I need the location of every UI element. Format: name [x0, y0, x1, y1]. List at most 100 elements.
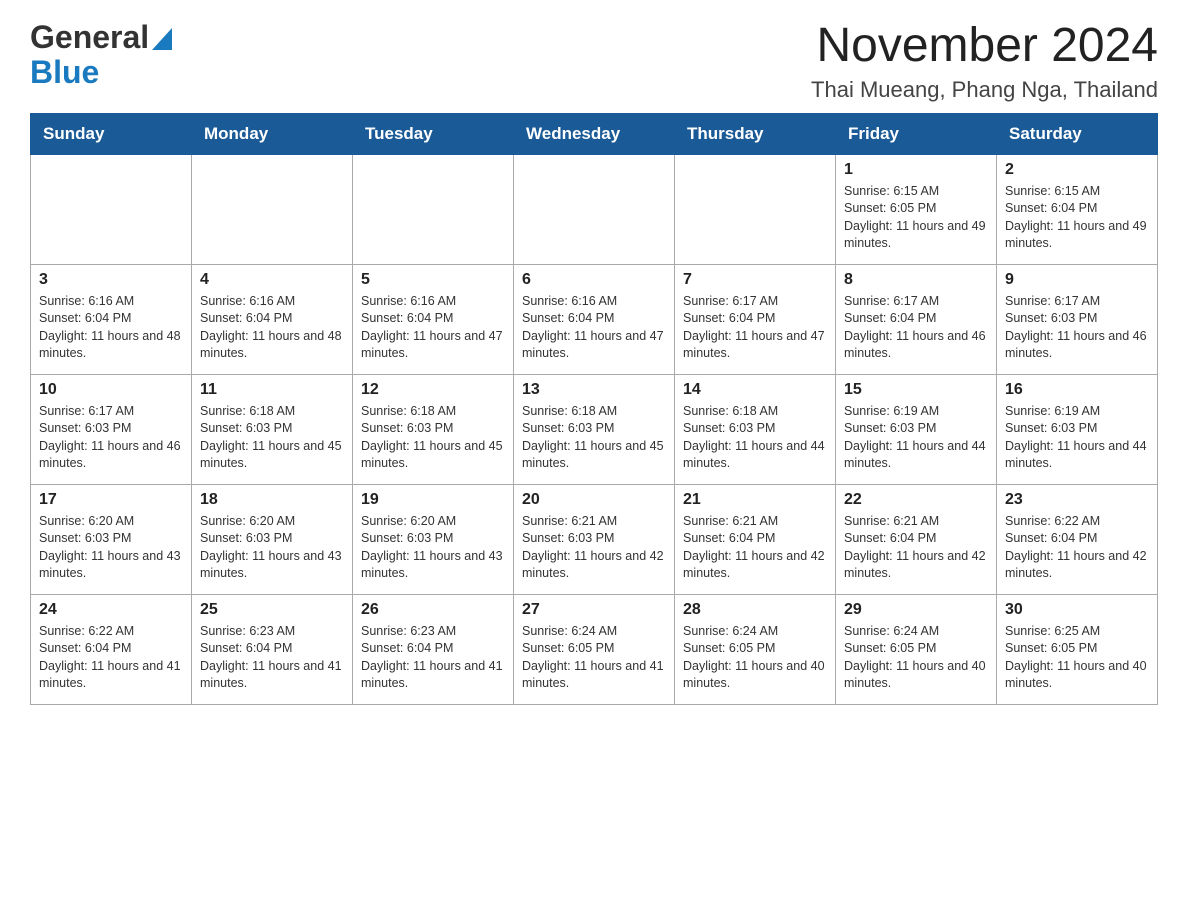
day-info: Sunrise: 6:20 AM Sunset: 6:03 PM Dayligh…	[361, 513, 505, 583]
day-number: 17	[39, 491, 183, 509]
day-number: 6	[522, 271, 666, 289]
column-header-friday: Friday	[836, 113, 997, 154]
location-title: Thai Mueang, Phang Nga, Thailand	[811, 77, 1158, 103]
day-number: 15	[844, 381, 988, 399]
calendar-week-row: 17 Sunrise: 6:20 AM Sunset: 6:03 PM Dayli…	[31, 484, 1158, 594]
day-info: Sunrise: 6:21 AM Sunset: 6:03 PM Dayligh…	[522, 513, 666, 583]
calendar-day-29: 29 Sunrise: 6:24 AM Sunset: 6:05 PM Dayli…	[836, 594, 997, 704]
calendar-day-21: 21Sunrise: 6:21 AM Sunset: 6:04 PM Dayli…	[675, 484, 836, 594]
day-info: Sunrise: 6:15 AM Sunset: 6:05 PM Dayligh…	[844, 183, 988, 253]
day-info: Sunrise: 6:18 AM Sunset: 6:03 PM Dayligh…	[522, 403, 666, 473]
calendar-week-row: 10 Sunrise: 6:17 AM Sunset: 6:03 PM Dayli…	[31, 374, 1158, 484]
column-header-thursday: Thursday	[675, 113, 836, 154]
calendar-day-18: 18Sunrise: 6:20 AM Sunset: 6:03 PM Dayli…	[192, 484, 353, 594]
title-section: November 2024 Thai Mueang, Phang Nga, Th…	[811, 20, 1158, 103]
logo-triangle-icon	[152, 28, 172, 50]
calendar-day-empty	[192, 154, 353, 264]
day-info: Sunrise: 6:17 AM Sunset: 6:03 PM Dayligh…	[1005, 293, 1149, 363]
calendar-day-28: 28 Sunrise: 6:24 AM Sunset: 6:05 PM Dayli…	[675, 594, 836, 704]
day-info: Sunrise: 6:16 AM Sunset: 6:04 PM Dayligh…	[39, 293, 183, 363]
calendar-day-26: 26Sunrise: 6:23 AM Sunset: 6:04 PM Dayli…	[353, 594, 514, 704]
day-number: 22	[844, 491, 988, 509]
day-info: Sunrise: 6:23 AM Sunset: 6:04 PM Dayligh…	[200, 623, 344, 693]
day-number: 23	[1005, 491, 1149, 509]
calendar-day-3: 3 Sunrise: 6:16 AM Sunset: 6:04 PM Daylig…	[31, 264, 192, 374]
day-number: 7	[683, 271, 827, 289]
calendar-day-15: 15 Sunrise: 6:19 AM Sunset: 6:03 PM Dayli…	[836, 374, 997, 484]
day-number: 13	[522, 381, 666, 399]
calendar-day-19: 19Sunrise: 6:20 AM Sunset: 6:03 PM Dayli…	[353, 484, 514, 594]
column-header-sunday: Sunday	[31, 113, 192, 154]
day-number: 1	[844, 161, 988, 179]
day-number: 25	[200, 601, 344, 619]
day-info: Sunrise: 6:23 AM Sunset: 6:04 PM Dayligh…	[361, 623, 505, 693]
day-number: 11	[200, 381, 344, 399]
calendar-day-empty	[514, 154, 675, 264]
calendar-day-16: 16 Sunrise: 6:19 AM Sunset: 6:03 PM Dayli…	[997, 374, 1158, 484]
day-number: 18	[200, 491, 344, 509]
calendar-day-22: 22 Sunrise: 6:21 AM Sunset: 6:04 PM Dayli…	[836, 484, 997, 594]
day-info: Sunrise: 6:19 AM Sunset: 6:03 PM Dayligh…	[844, 403, 988, 473]
calendar-week-row: 1 Sunrise: 6:15 AM Sunset: 6:05 PM Daylig…	[31, 154, 1158, 264]
day-number: 3	[39, 271, 183, 289]
column-header-tuesday: Tuesday	[353, 113, 514, 154]
calendar-day-11: 11Sunrise: 6:18 AM Sunset: 6:03 PM Dayli…	[192, 374, 353, 484]
day-number: 20	[522, 491, 666, 509]
logo: General Blue	[30, 20, 172, 90]
day-info: Sunrise: 6:17 AM Sunset: 6:03 PM Dayligh…	[39, 403, 183, 473]
calendar-day-empty	[31, 154, 192, 264]
calendar-day-23: 23 Sunrise: 6:22 AM Sunset: 6:04 PM Dayli…	[997, 484, 1158, 594]
calendar-day-9: 9 Sunrise: 6:17 AM Sunset: 6:03 PM Daylig…	[997, 264, 1158, 374]
day-info: Sunrise: 6:24 AM Sunset: 6:05 PM Dayligh…	[683, 623, 827, 693]
day-number: 9	[1005, 271, 1149, 289]
day-number: 30	[1005, 601, 1149, 619]
day-info: Sunrise: 6:22 AM Sunset: 6:04 PM Dayligh…	[1005, 513, 1149, 583]
day-info: Sunrise: 6:20 AM Sunset: 6:03 PM Dayligh…	[39, 513, 183, 583]
day-info: Sunrise: 6:24 AM Sunset: 6:05 PM Dayligh…	[844, 623, 988, 693]
day-number: 28	[683, 601, 827, 619]
day-info: Sunrise: 6:18 AM Sunset: 6:03 PM Dayligh…	[683, 403, 827, 473]
day-info: Sunrise: 6:16 AM Sunset: 6:04 PM Dayligh…	[200, 293, 344, 363]
logo-blue-text: Blue	[30, 54, 99, 90]
calendar-day-4: 4Sunrise: 6:16 AM Sunset: 6:04 PM Daylig…	[192, 264, 353, 374]
calendar-day-27: 27 Sunrise: 6:24 AM Sunset: 6:05 PM Dayli…	[514, 594, 675, 704]
day-number: 8	[844, 271, 988, 289]
calendar-day-14: 14Sunrise: 6:18 AM Sunset: 6:03 PM Dayli…	[675, 374, 836, 484]
calendar-day-25: 25 Sunrise: 6:23 AM Sunset: 6:04 PM Dayli…	[192, 594, 353, 704]
calendar-day-13: 13 Sunrise: 6:18 AM Sunset: 6:03 PM Dayli…	[514, 374, 675, 484]
month-title: November 2024	[811, 20, 1158, 73]
calendar-day-17: 17 Sunrise: 6:20 AM Sunset: 6:03 PM Dayli…	[31, 484, 192, 594]
calendar-day-7: 7 Sunrise: 6:17 AM Sunset: 6:04 PM Daylig…	[675, 264, 836, 374]
calendar-table: SundayMondayTuesdayWednesdayThursdayFrid…	[30, 113, 1158, 705]
calendar-day-20: 20 Sunrise: 6:21 AM Sunset: 6:03 PM Dayli…	[514, 484, 675, 594]
calendar-day-10: 10 Sunrise: 6:17 AM Sunset: 6:03 PM Dayli…	[31, 374, 192, 484]
calendar-day-12: 12 Sunrise: 6:18 AM Sunset: 6:03 PM Dayli…	[353, 374, 514, 484]
day-number: 29	[844, 601, 988, 619]
day-number: 27	[522, 601, 666, 619]
calendar-day-empty	[353, 154, 514, 264]
column-header-monday: Monday	[192, 113, 353, 154]
calendar-week-row: 24Sunrise: 6:22 AM Sunset: 6:04 PM Dayli…	[31, 594, 1158, 704]
day-number: 24	[39, 601, 183, 619]
calendar-day-30: 30 Sunrise: 6:25 AM Sunset: 6:05 PM Dayli…	[997, 594, 1158, 704]
calendar-day-2: 2Sunrise: 6:15 AM Sunset: 6:04 PM Daylig…	[997, 154, 1158, 264]
calendar-day-8: 8 Sunrise: 6:17 AM Sunset: 6:04 PM Daylig…	[836, 264, 997, 374]
day-number: 5	[361, 271, 505, 289]
day-info: Sunrise: 6:24 AM Sunset: 6:05 PM Dayligh…	[522, 623, 666, 693]
calendar-day-5: 5Sunrise: 6:16 AM Sunset: 6:04 PM Daylig…	[353, 264, 514, 374]
calendar-day-1: 1 Sunrise: 6:15 AM Sunset: 6:05 PM Daylig…	[836, 154, 997, 264]
day-info: Sunrise: 6:21 AM Sunset: 6:04 PM Dayligh…	[844, 513, 988, 583]
day-number: 16	[1005, 381, 1149, 399]
day-number: 12	[361, 381, 505, 399]
day-info: Sunrise: 6:16 AM Sunset: 6:04 PM Dayligh…	[522, 293, 666, 363]
column-header-saturday: Saturday	[997, 113, 1158, 154]
calendar-week-row: 3 Sunrise: 6:16 AM Sunset: 6:04 PM Daylig…	[31, 264, 1158, 374]
day-info: Sunrise: 6:17 AM Sunset: 6:04 PM Dayligh…	[683, 293, 827, 363]
day-info: Sunrise: 6:18 AM Sunset: 6:03 PM Dayligh…	[361, 403, 505, 473]
day-info: Sunrise: 6:19 AM Sunset: 6:03 PM Dayligh…	[1005, 403, 1149, 473]
day-info: Sunrise: 6:17 AM Sunset: 6:04 PM Dayligh…	[844, 293, 988, 363]
day-info: Sunrise: 6:25 AM Sunset: 6:05 PM Dayligh…	[1005, 623, 1149, 693]
day-number: 2	[1005, 161, 1149, 179]
day-number: 10	[39, 381, 183, 399]
column-header-wednesday: Wednesday	[514, 113, 675, 154]
